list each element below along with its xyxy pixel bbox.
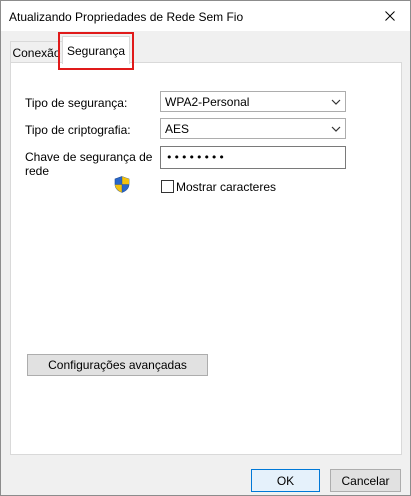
- security-type-value: WPA2-Personal: [165, 94, 250, 109]
- tab-conexao-label: Conexão: [12, 45, 61, 60]
- encryption-type-value: AES: [165, 121, 190, 136]
- show-characters-checkbox[interactable]: [161, 180, 174, 193]
- network-key-value: ••••••••: [166, 151, 226, 164]
- network-key-label: Chave de segurança de rede: [25, 150, 153, 178]
- show-characters-label[interactable]: Mostrar caracteres: [176, 180, 276, 194]
- shield-icon: [114, 176, 130, 193]
- close-icon: [385, 11, 395, 21]
- title-bar: Atualizando Propriedades de Rede Sem Fio: [1, 1, 410, 31]
- encryption-type-select[interactable]: AES: [160, 118, 346, 139]
- ok-label: OK: [276, 473, 295, 488]
- tab-conexao[interactable]: Conexão: [10, 41, 62, 63]
- close-button[interactable]: [370, 1, 410, 31]
- security-type-label: Tipo de segurança:: [25, 96, 128, 110]
- ok-button[interactable]: OK: [251, 469, 320, 492]
- dialog-window: Atualizando Propriedades de Rede Sem Fio…: [0, 0, 411, 496]
- tab-seguranca-label: Segurança: [66, 43, 126, 58]
- chevron-down-icon: [331, 126, 341, 132]
- security-type-select[interactable]: WPA2-Personal: [160, 91, 346, 112]
- cancel-button[interactable]: Cancelar: [330, 469, 401, 492]
- encryption-type-label: Tipo de criptografia:: [25, 123, 131, 137]
- tab-seguranca[interactable]: Segurança: [62, 36, 130, 64]
- network-key-input[interactable]: ••••••••: [160, 146, 346, 169]
- cancel-label: Cancelar: [341, 473, 390, 488]
- advanced-settings-label: Configurações avançadas: [48, 358, 187, 372]
- window-title: Atualizando Propriedades de Rede Sem Fio: [9, 10, 244, 24]
- chevron-down-icon: [331, 99, 341, 105]
- advanced-settings-button[interactable]: Configurações avançadas: [27, 354, 208, 376]
